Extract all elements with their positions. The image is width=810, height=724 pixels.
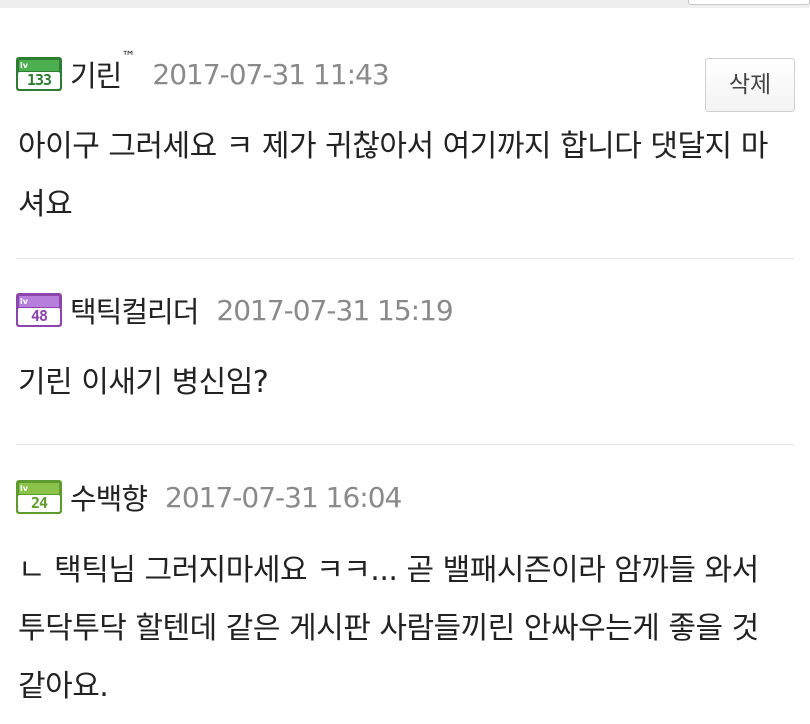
comment-body: 아이구 그러세요 ㅋ 제가 귀찮아서 여기까지 합니다 댓달지 마셔요	[18, 129, 768, 222]
author-nickname[interactable]: 택틱컬리더	[70, 289, 199, 331]
level-number: 48	[18, 308, 60, 325]
comment-datetime: 2017-07-31 16:04	[165, 480, 402, 514]
comment-datetime: 2017-07-31 11:43	[152, 57, 389, 91]
author-nickname[interactable]: 기린™	[70, 49, 135, 95]
comment-body: 기린 이새기 병신임?	[18, 365, 269, 400]
comment-body: ㄴ 택틱님 그러지마세요 ㅋㅋ... 곧 밸패시즌이라 암까들 와서 투닥투닥 …	[18, 553, 759, 704]
comment-divider	[16, 444, 794, 445]
comment-datetime: 2017-07-31 15:19	[216, 293, 453, 327]
level-badge-icon: lv 24	[16, 480, 62, 514]
level-number: 133	[18, 72, 60, 89]
level-badge-icon: lv 133	[16, 57, 62, 91]
delete-button[interactable]: 삭제	[705, 58, 795, 112]
level-number: 24	[18, 495, 60, 512]
comment-divider	[16, 258, 794, 259]
comment-header: lv 48 택틱컬리더 2017-07-31 15:19	[16, 289, 454, 331]
comment-header: lv 133 기린™ 2017-07-31 11:43	[16, 49, 390, 95]
top-button-edge[interactable]	[688, 0, 810, 5]
level-badge-icon: lv 48	[16, 293, 62, 327]
author-nickname[interactable]: 수백향	[70, 476, 148, 518]
comment-header: lv 24 수백향 2017-07-31 16:04	[16, 476, 402, 518]
